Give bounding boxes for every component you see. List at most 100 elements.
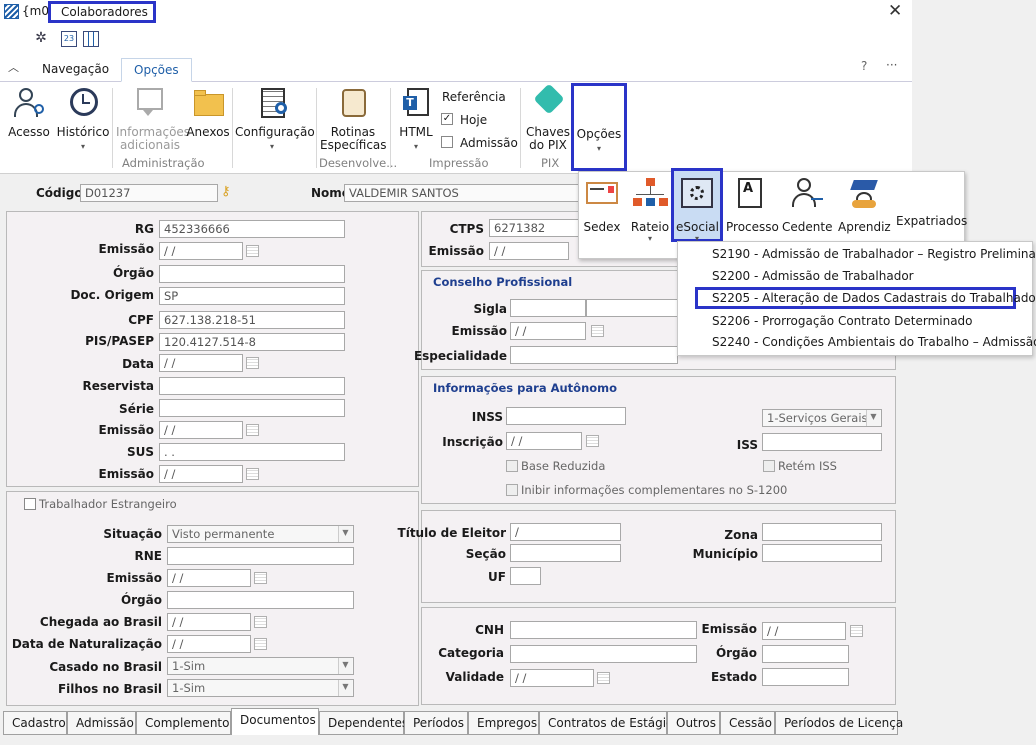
chevron-down-icon[interactable]: ▼	[866, 410, 880, 426]
nome-field[interactable]: VALDEMIR SANTOS	[344, 184, 580, 202]
cnh-orgao-field[interactable]	[762, 645, 849, 663]
calendar-icon[interactable]	[597, 672, 610, 684]
close-icon[interactable]: ✕	[888, 1, 902, 21]
situacao-select[interactable]: Visto permanente	[167, 525, 354, 543]
tab-complemento[interactable]: Complemento	[136, 711, 231, 735]
tab-contratos-estagio[interactable]: Contratos de Estágio	[539, 711, 673, 735]
menu-item-s2240[interactable]: S2240 - Condições Ambientais do Trabalho…	[712, 335, 1036, 349]
inss-field[interactable]	[506, 407, 626, 425]
cnh-emissao-field[interactable]: / /	[762, 622, 846, 640]
menu-item-s2206[interactable]: S2206 - Prorrogação Contrato Determinado	[712, 314, 973, 328]
cnh-field[interactable]	[510, 621, 697, 639]
tab-outros[interactable]: Outros	[667, 711, 720, 735]
calendar-icon[interactable]	[246, 424, 259, 436]
sedex-button[interactable]: Sedex	[582, 176, 622, 234]
municipio-field[interactable]	[762, 544, 882, 562]
more-options-icon[interactable]: ···	[886, 58, 897, 72]
chevron-down-icon[interactable]: ▼	[338, 658, 352, 674]
naturalizacao-field[interactable]: / /	[167, 635, 251, 653]
cpf-field[interactable]: 627.138.218-51	[159, 311, 345, 329]
tab-admissao[interactable]: Admissão	[67, 711, 136, 735]
calendar-icon[interactable]	[254, 616, 267, 628]
calendar-icon[interactable]	[254, 572, 267, 584]
rne-field[interactable]	[167, 547, 354, 565]
rateio-button[interactable]: Rateio ▾	[630, 176, 670, 243]
inibir-checkbox[interactable]	[506, 484, 518, 496]
codigo-field[interactable]: D01237	[80, 184, 218, 202]
menu-item-s2200[interactable]: S2200 - Admissão de Trabalhador	[712, 269, 914, 283]
rotinas-especificas-button[interactable]: Rotinas Específicas	[320, 86, 387, 152]
chegada-field[interactable]: / /	[167, 613, 251, 631]
orgao-field[interactable]	[159, 265, 345, 283]
opcoes-button[interactable]: Opções ▾	[574, 128, 624, 155]
informacoes-adicionais-button[interactable]: Informações adicionais	[116, 86, 190, 152]
historico-button[interactable]: Histórico ▾	[55, 86, 111, 153]
calendar-icon[interactable]	[850, 625, 863, 637]
expatriados-button[interactable]: Expatriados	[896, 214, 967, 228]
conselho-emissao-field[interactable]: / /	[510, 322, 586, 340]
sigla-field[interactable]	[510, 299, 586, 317]
tab-documentos[interactable]: Documentos	[231, 708, 319, 735]
servicos-select[interactable]: 1-Serviços Gerais	[762, 409, 882, 427]
calendar-icon[interactable]: 23	[61, 31, 77, 47]
filhos-select[interactable]: 1-Sim	[167, 679, 354, 697]
ctps-field[interactable]: 6271382	[489, 219, 589, 237]
trabalhador-estrangeiro-checkbox[interactable]	[24, 498, 36, 510]
calendar-icon[interactable]	[254, 638, 267, 650]
serie-field[interactable]	[159, 399, 345, 417]
processo-button[interactable]: A Processo	[726, 176, 779, 234]
admissao-checkbox[interactable]	[441, 136, 453, 148]
calendar-icon[interactable]	[246, 245, 259, 257]
rne-emissao-field[interactable]: / /	[167, 569, 251, 587]
menu-item-s2205[interactable]: S2205 - Alteração de Dados Cadastrais do…	[712, 291, 1036, 305]
calendar-icon[interactable]	[586, 435, 599, 447]
html-button[interactable]: T HTML ▾	[394, 86, 438, 153]
tab-periodos[interactable]: Períodos	[404, 711, 468, 735]
tab-opcoes[interactable]: Opções	[121, 58, 192, 82]
tab-cadastro[interactable]: Cadastro	[3, 711, 67, 735]
base-reduzida-checkbox[interactable]	[506, 460, 518, 472]
zona-field[interactable]	[762, 523, 882, 541]
collapse-arrows-icon[interactable]: ✲	[33, 31, 49, 47]
casado-select[interactable]: 1-Sim	[167, 657, 354, 675]
help-icon[interactable]: ?	[861, 59, 867, 73]
tab-cessao[interactable]: Cessão	[720, 711, 775, 735]
data-field[interactable]: / /	[159, 354, 243, 372]
calendar-icon[interactable]	[246, 468, 259, 480]
iss-field[interactable]	[762, 433, 882, 451]
chaves-pix-button[interactable]: Chaves do PIX	[525, 83, 571, 152]
cedente-button[interactable]: Cedente	[782, 176, 832, 234]
tab-empregos[interactable]: Empregos	[468, 711, 539, 735]
rne-orgao-field[interactable]	[167, 591, 354, 609]
calendar-icon[interactable]	[591, 325, 604, 337]
sus-field[interactable]: . .	[159, 443, 345, 461]
configuracao-button[interactable]: Configuração ▾	[235, 86, 315, 153]
menu-item-s2190[interactable]: S2190 - Admissão de Trabalhador – Regist…	[712, 247, 1036, 261]
acesso-button[interactable]: Acesso	[6, 86, 52, 139]
retem-iss-checkbox[interactable]	[763, 460, 775, 472]
secao-field[interactable]	[510, 544, 621, 562]
sigla-extra-field[interactable]	[586, 299, 678, 317]
rg-field[interactable]: 452336666	[159, 220, 345, 238]
pis-field[interactable]: 120.4127.514-8	[159, 333, 345, 351]
chevron-down-icon[interactable]: ▼	[338, 526, 352, 542]
esocial-button[interactable]: eSocial ▾	[676, 176, 719, 243]
reservista-field[interactable]	[159, 377, 345, 395]
aprendiz-button[interactable]: Aprendiz	[838, 176, 891, 234]
tab-periodos-licenca[interactable]: Períodos de Licença	[775, 711, 903, 735]
inscricao-field[interactable]: / /	[506, 432, 582, 450]
grid-icon[interactable]	[83, 31, 99, 47]
tab-navegacao[interactable]: Navegação	[30, 58, 121, 82]
ctps-emissao-field[interactable]: / /	[489, 242, 569, 260]
anexos-button[interactable]: Anexos	[186, 86, 230, 139]
categoria-field[interactable]	[510, 645, 697, 663]
uf-field[interactable]	[510, 567, 541, 585]
estado-field[interactable]	[762, 668, 849, 686]
sus-emissao-field[interactable]: / /	[159, 465, 243, 483]
tab-dependentes[interactable]: Dependentes	[319, 711, 408, 735]
validade-field[interactable]: / /	[510, 669, 594, 687]
chevron-down-icon[interactable]: ▼	[338, 680, 352, 696]
doc-origem-field[interactable]: SP	[159, 287, 345, 305]
collapse-ribbon-icon[interactable]: ︿	[8, 59, 19, 75]
serie-emissao-field[interactable]: / /	[159, 421, 243, 439]
